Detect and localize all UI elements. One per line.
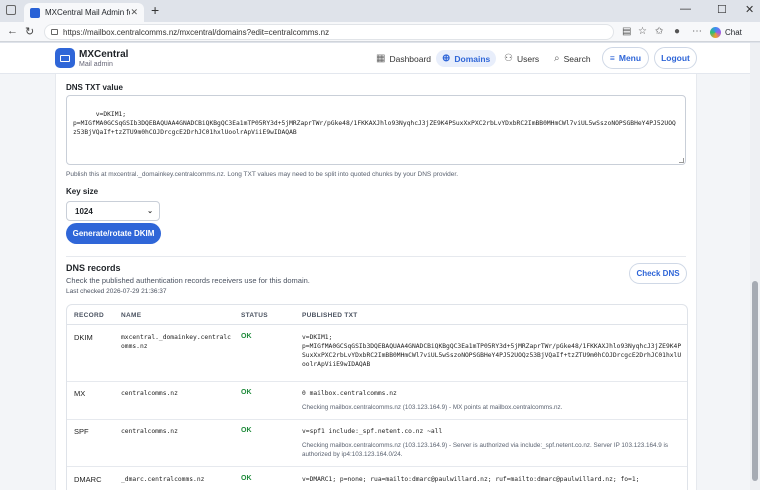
site-favicon-icon (30, 7, 40, 18)
resize-handle-icon[interactable] (679, 158, 684, 163)
column-header-status: STATUS (241, 312, 268, 319)
brand-title: MXCentral (79, 49, 129, 60)
tab-close-icon[interactable]: ✕ (130, 7, 138, 18)
check-note: Checking mailbox.centralcomms.nz (103.12… (302, 442, 669, 458)
dkim-txt-value: v=DKIM1; p=MIGfMA0GCSqGSIb3DQEBAQUAA4GNA… (73, 111, 676, 136)
dns-records-table: RECORD NAME STATUS PUBLISHED TXT DKIM mx… (66, 304, 688, 490)
status-badge: OK (241, 389, 252, 396)
nav-search[interactable]: ⌕ Search (548, 50, 597, 67)
last-checked-text: Last checked 2026-07-29 21:36:37 (66, 288, 167, 295)
dns-records-title: DNS records (66, 263, 121, 273)
dns-records-subtitle: Check the published authentication recor… (66, 276, 310, 285)
logout-button[interactable]: Logout (654, 47, 697, 69)
column-header-published: PUBLISHED TXT (302, 312, 358, 319)
status-badge: OK (241, 333, 252, 340)
hamburger-icon: ≡ (609, 53, 615, 63)
address-bar[interactable]: https://mailbox.centralcomms.nz/mxcentra… (44, 24, 614, 40)
table-row: SPF centralcomms.nz OK v=spf1 include:_s… (67, 420, 687, 467)
table-row: DKIM mxcentral._domainkey.centralcomms.n… (67, 325, 687, 382)
brand-subtitle: Mail admin (79, 61, 113, 68)
mail-logo-icon[interactable] (55, 48, 75, 68)
nav-label: Search (563, 53, 591, 64)
close-window-button[interactable]: ✕ (745, 3, 754, 16)
copilot-chat-button[interactable]: Chat (706, 24, 756, 40)
reload-icon[interactable]: ↻ (25, 25, 34, 38)
dkim-help-text: Publish this at mxcentral._domainkey.cen… (66, 171, 459, 178)
globe-icon: ⊕ (442, 53, 451, 64)
nav-users[interactable]: ⚇ Users (498, 50, 545, 67)
favorite-star-icon[interactable]: ☆ (638, 26, 647, 37)
published-txt: v=DMARC1; p=none; rua=mailto:dmarc@paulw… (302, 476, 640, 483)
nav-domains[interactable]: ⊕ Domains (436, 50, 497, 67)
record-type: SPF (74, 427, 89, 436)
table-row: DMARC _dmarc.centralcomms.nz OK v=DMARC1… (67, 467, 687, 490)
record-type: DKIM (74, 333, 93, 342)
published-txt: v=DKIM1; p=MIGfMA0GCSqGSIb3DQEBAQUAA4GNA… (302, 334, 682, 368)
column-header-name: NAME (121, 312, 142, 319)
status-badge: OK (241, 427, 252, 434)
users-icon: ⚇ (504, 53, 513, 64)
reader-view-icon[interactable]: ▤ (622, 26, 631, 37)
favorites-icon[interactable]: ✩ (655, 26, 663, 37)
copilot-icon (710, 26, 721, 38)
check-note: Checking mailbox.centralcomms.nz (103.12… (302, 404, 563, 411)
chat-label: Chat (725, 27, 742, 37)
dns-txt-label: DNS TXT value (66, 83, 123, 92)
dkim-txt-textarea[interactable]: v=DKIM1; p=MIGfMA0GCSqGSIb3DQEBAQUAA4GNA… (66, 95, 686, 165)
nav-label: Users (516, 53, 540, 64)
table-header: RECORD NAME STATUS PUBLISHED TXT (67, 305, 687, 325)
back-arrow-icon[interactable]: ← (7, 25, 18, 37)
check-dns-button[interactable]: Check DNS (629, 263, 687, 284)
maximize-button[interactable]: ☐ (717, 3, 727, 16)
record-name: mxcentral._domainkey.centralcomms.nz (121, 334, 231, 350)
dashboard-icon: ▦ (376, 53, 386, 64)
key-size-value: 1024 (75, 206, 93, 216)
app-header: MXCentral Mail admin ▦ Dashboard ⊕ Domai… (0, 43, 750, 74)
generate-dkim-button[interactable]: Generate/rotate DKIM (66, 223, 161, 244)
app-viewport: MXCentral Mail admin ▦ Dashboard ⊕ Domai… (0, 43, 760, 490)
record-type: MX (74, 389, 86, 398)
browser-tab[interactable]: MXCentral Mail Admin for CCL ✕ (24, 3, 144, 22)
record-name: _dmarc.centralcomms.nz (121, 476, 205, 483)
nav-label: Dashboard (389, 53, 432, 64)
browser-tab-bar: MXCentral Mail Admin for CCL ✕ + — ☐ ✕ (0, 0, 760, 22)
key-size-label: Key size (66, 187, 99, 196)
published-txt: 0 mailbox.centralcomms.nz (302, 390, 397, 397)
key-size-select[interactable]: 1024 ⌄ (66, 201, 160, 221)
status-badge: OK (241, 475, 252, 482)
chevron-down-icon: ⌄ (147, 208, 153, 215)
minimize-button[interactable]: — (680, 3, 691, 15)
lock-icon (51, 29, 58, 35)
menu-button[interactable]: ≡ Menu (602, 47, 649, 69)
scrollbar-thumb[interactable] (752, 281, 758, 481)
nav-dashboard[interactable]: ▦ Dashboard (370, 50, 437, 67)
more-options-icon[interactable]: ⋯ (692, 26, 702, 37)
profile-avatar-icon[interactable]: ● (674, 26, 680, 37)
menu-label: Menu (618, 53, 642, 63)
browser-toolbar: ← ↻ https://mailbox.centralcomms.nz/mxce… (0, 22, 760, 42)
search-icon: ⌕ (554, 53, 560, 64)
record-type: DMARC (74, 475, 102, 484)
new-tab-button[interactable]: + (151, 2, 159, 18)
section-divider (66, 256, 686, 257)
record-name: centralcomms.nz (121, 390, 178, 397)
logout-label: Logout (661, 53, 690, 63)
record-name: centralcomms.nz (121, 428, 178, 435)
published-txt: v=spf1 include:_spf.netent.co.nz ~all (302, 428, 443, 435)
url-text: https://mailbox.centralcomms.nz/mxcentra… (63, 27, 330, 37)
table-row: MX centralcomms.nz OK 0 mailbox.centralc… (67, 382, 687, 420)
column-header-record: RECORD (74, 312, 104, 319)
page-scrollbar[interactable] (750, 43, 760, 490)
tab-actions-icon[interactable] (6, 5, 16, 15)
tab-title: MXCentral Mail Admin for CCL (45, 8, 130, 17)
nav-label: Domains (454, 53, 491, 64)
domain-settings-card: DNS TXT value v=DKIM1; p=MIGfMA0GCSqGSIb… (55, 74, 697, 490)
